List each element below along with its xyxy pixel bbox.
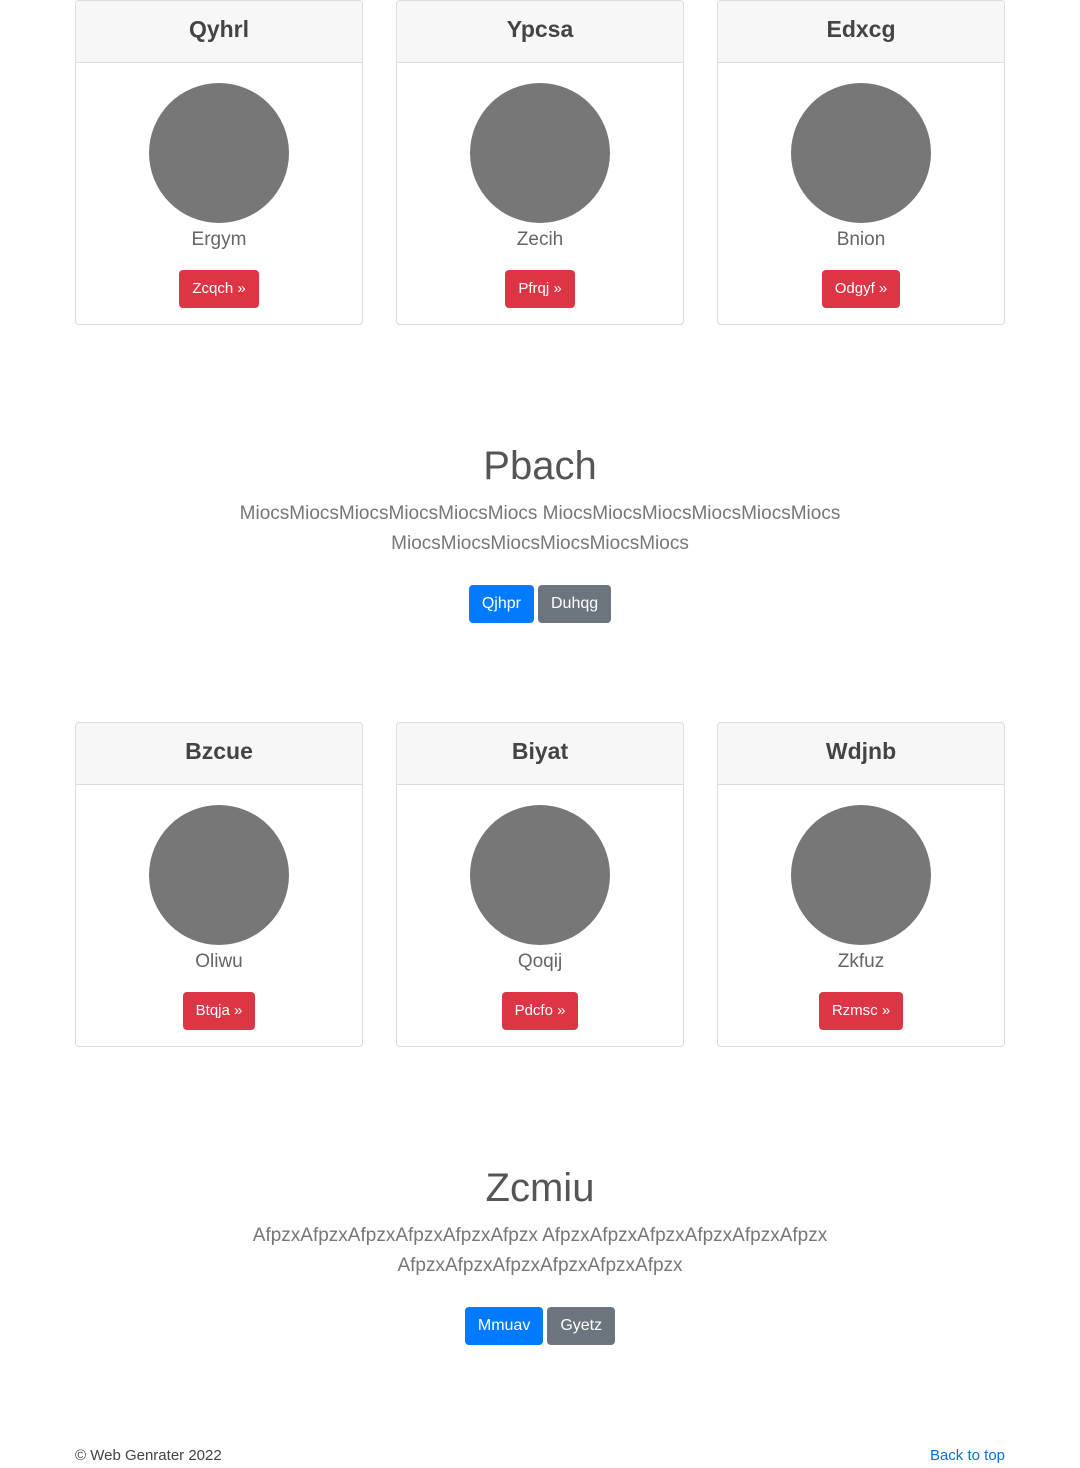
card-title: Bzcue [76,723,362,785]
profile-card: Qyhrl Ergym Zcqch » [75,0,363,325]
back-to-top-link[interactable]: Back to top [930,1446,1005,1466]
card-action-button[interactable]: Zcqch » [179,270,259,308]
card-row-1: Qyhrl Ergym Zcqch » Ypcsa Zecih Pfrqj » … [75,0,1005,325]
hero-title: Pbach [483,444,597,488]
hero-secondary-button[interactable]: Gyetz [547,1307,616,1345]
profile-card: Wdjnb Zkfuz Rzmsc » [717,722,1005,1047]
card-title: Ypcsa [397,1,683,63]
hero-section-2: Zcmiu AfpzxAfpzxAfpzxAfpzxAfpzxAfpzx Afp… [0,1163,1080,1345]
profile-card: Bzcue Oliwu Btqja » [75,722,363,1047]
avatar [791,83,931,223]
avatar [791,805,931,945]
avatar [470,805,610,945]
profile-card: Edxcg Bnion Odgyf » [717,0,1005,325]
card-title: Biyat [397,723,683,785]
card-row-2: Bzcue Oliwu Btqja » Biyat Qoqij Pdcfo » … [75,722,1005,1047]
card-action-button[interactable]: Btqja » [182,992,256,1030]
card-subtitle: Bnion [836,229,886,250]
card-action-button[interactable]: Pfrqj » [505,270,575,308]
card-title: Wdjnb [718,723,1004,785]
hero-text: AfpzxAfpzxAfpzxAfpzxAfpzxAfpzx AfpzxAfpz… [252,1225,828,1276]
hero-primary-button[interactable]: Qjhpr [468,585,534,623]
footer: © Web Genrater 2022 Back to top [75,1446,1005,1466]
avatar [149,805,289,945]
hero-primary-button[interactable]: Mmuav [464,1307,544,1345]
card-subtitle: Qoqij [517,951,563,972]
card-subtitle: Zkfuz [837,951,885,972]
hero-section-1: Pbach MiocsMiocsMiocsMiocsMiocsMiocs Mio… [0,441,1080,623]
avatar [470,83,610,223]
profile-card: Ypcsa Zecih Pfrqj » [396,0,684,325]
avatar [149,83,289,223]
card-action-button[interactable]: Pdcfo » [501,992,579,1030]
card-subtitle: Zecih [516,229,564,250]
hero-text: MiocsMiocsMiocsMiocsMiocsMiocs MiocsMioc… [239,503,841,554]
card-title: Edxcg [718,1,1004,63]
card-title: Qyhrl [76,1,362,63]
page: Qyhrl Ergym Zcqch » Ypcsa Zecih Pfrqj » … [0,0,1080,1468]
hero-secondary-button[interactable]: Duhqg [537,585,612,623]
hero-title: Zcmiu [485,1166,595,1210]
card-subtitle: Oliwu [195,951,243,972]
footer-copyright: © Web Genrater 2022 [75,1447,222,1464]
profile-card: Biyat Qoqij Pdcfo » [396,722,684,1047]
card-subtitle: Ergym [191,229,247,250]
card-action-button[interactable]: Odgyf » [821,270,901,308]
card-action-button[interactable]: Rzmsc » [818,992,904,1030]
